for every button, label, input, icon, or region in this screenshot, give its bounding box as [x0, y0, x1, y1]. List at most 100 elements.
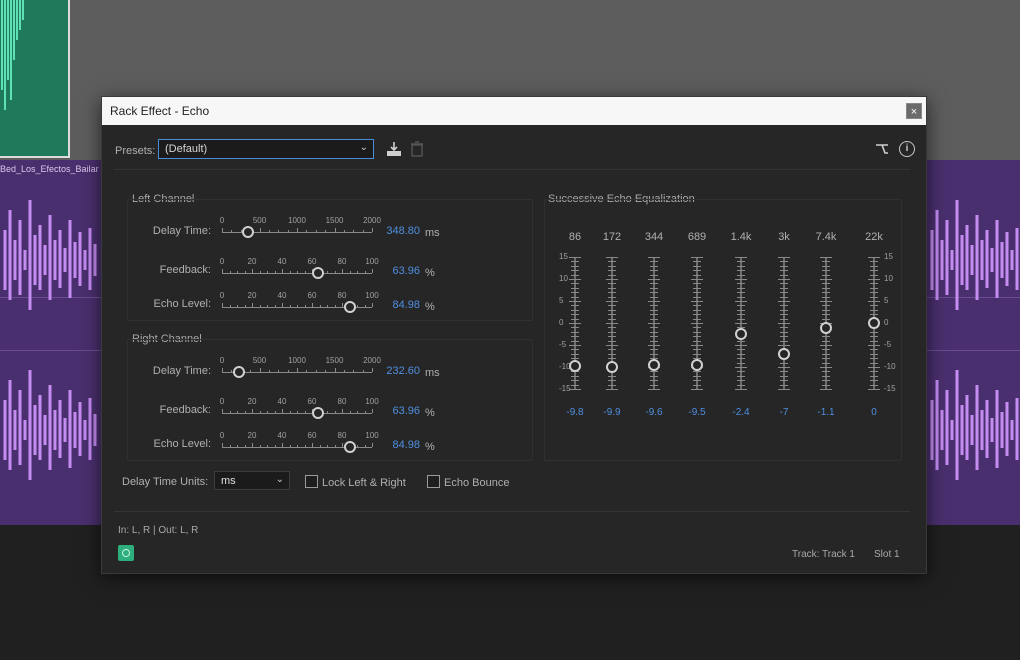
- eq-band-knob[interactable]: [606, 360, 618, 373]
- save-preset-icon[interactable]: [386, 141, 402, 157]
- slider-knob[interactable]: [233, 366, 246, 378]
- slider-track[interactable]: [222, 413, 372, 414]
- eq-band-knob[interactable]: [868, 317, 880, 329]
- slider-scale-label: 40: [277, 291, 287, 300]
- left-echo-level-slider[interactable]: 0 20 40 60 80 100: [220, 291, 379, 321]
- eq-band-value[interactable]: 0: [871, 407, 877, 418]
- eq-band-knob[interactable]: [820, 321, 832, 334]
- eq-band-slider[interactable]: [644, 257, 664, 390]
- echo-bounce-checkbox[interactable]: [427, 475, 440, 488]
- eq-band-value[interactable]: -9.5: [688, 407, 705, 418]
- slider-tick: [259, 305, 261, 307]
- chevron-down-icon: ⌄: [359, 142, 368, 153]
- eq-band-slider[interactable]: [687, 257, 707, 390]
- left-feedback-value[interactable]: 63.96: [370, 265, 420, 277]
- eq-band-tick: [648, 389, 660, 390]
- eq-band-tick: [693, 265, 701, 267]
- eq-band-value[interactable]: -7: [780, 407, 789, 418]
- slider-scale-label: 60: [307, 257, 317, 266]
- right-feedback-unit: %: [425, 407, 435, 419]
- eq-band-value[interactable]: -2.4: [732, 407, 749, 418]
- slider-track[interactable]: [222, 273, 372, 274]
- slider-knob[interactable]: [343, 441, 356, 453]
- eq-band-frequency: 7.4k: [815, 231, 837, 243]
- eq-band-tick: [822, 371, 830, 373]
- eq-band-tick: [822, 270, 830, 272]
- info-icon[interactable]: i: [899, 141, 915, 157]
- slider-tick: [304, 305, 306, 307]
- right-delay-slider[interactable]: 0 500 1000 1500 2000: [220, 356, 381, 386]
- eq-band-value[interactable]: -9.8: [566, 407, 583, 418]
- eq-band-slider[interactable]: [602, 257, 622, 390]
- eq-band-value[interactable]: -9.9: [603, 407, 620, 418]
- eq-band-knob[interactable]: [735, 327, 747, 340]
- power-toggle-icon[interactable]: [118, 545, 134, 561]
- eq-band-slider[interactable]: [864, 257, 884, 390]
- slider-tick: [343, 370, 345, 372]
- left-feedback-slider[interactable]: 0 20 40 60 80 100: [220, 257, 379, 287]
- left-delay-slider[interactable]: 0 500 1000 1500 2000: [220, 216, 381, 246]
- delete-preset-icon[interactable]: [410, 141, 424, 157]
- slider-scale-label: 40: [277, 257, 287, 266]
- eq-band-tick: [780, 318, 788, 320]
- eq-band-tick: [693, 353, 701, 355]
- right-echo-level-slider[interactable]: 0 20 40 60 80 100: [220, 431, 379, 461]
- right-feedback-value[interactable]: 63.96: [370, 405, 420, 417]
- channel-routing-icon[interactable]: [874, 141, 890, 157]
- slider-tick: [357, 305, 358, 307]
- delay-units-dropdown[interactable]: ms ⌄: [214, 471, 290, 490]
- eq-band-value[interactable]: -1.1: [817, 407, 834, 418]
- slider-tick: [229, 411, 231, 413]
- lock-left-right-label[interactable]: Lock Left & Right: [322, 477, 406, 489]
- eq-band-tick: [606, 389, 618, 390]
- eq-band-tick: [870, 309, 878, 311]
- dialog-title: Rack Effect - Echo: [110, 104, 210, 118]
- green-audio-clip[interactable]: [0, 0, 70, 158]
- eq-band-slider[interactable]: [774, 257, 794, 390]
- eq-band-tick: [650, 287, 658, 289]
- eq-band-tick: [608, 309, 616, 311]
- left-delay-value[interactable]: 348.80: [370, 225, 420, 237]
- right-echo-level-value[interactable]: 84.98: [370, 439, 420, 451]
- eq-band-slider[interactable]: [731, 257, 751, 390]
- dialog-titlebar[interactable]: Rack Effect - Echo ×: [102, 97, 926, 125]
- eq-band-tick: [691, 389, 703, 390]
- slider-tick: [334, 271, 336, 273]
- slider-knob[interactable]: [343, 301, 356, 313]
- eq-band-tick: [571, 327, 579, 329]
- slider-knob[interactable]: [312, 407, 324, 419]
- echo-bounce-label[interactable]: Echo Bounce: [444, 477, 509, 489]
- eq-scale-label: -15: [884, 384, 896, 393]
- eq-band-tick: [870, 296, 878, 298]
- eq-band-tick: [822, 318, 830, 320]
- eq-band-tick: [691, 345, 703, 346]
- lock-left-right-checkbox[interactable]: [305, 475, 318, 488]
- eq-band-knob[interactable]: [648, 359, 660, 372]
- eq-band-tick: [608, 380, 616, 382]
- eq-band-tick: [735, 367, 747, 368]
- right-feedback-slider[interactable]: 0 20 40 60 80 100: [220, 397, 379, 427]
- eq-band-tick: [606, 323, 618, 324]
- close-button[interactable]: ×: [906, 103, 922, 119]
- left-echo-level-value[interactable]: 84.98: [370, 299, 420, 311]
- slider-tick: [282, 443, 283, 447]
- eq-band-slider[interactable]: [816, 257, 836, 390]
- eq-group: [544, 199, 902, 461]
- presets-dropdown[interactable]: (Default) ⌄: [158, 139, 374, 159]
- eq-band-tick: [691, 323, 703, 324]
- slider-tick: [274, 305, 276, 307]
- slider-tick: [364, 271, 366, 273]
- eq-band-tick: [737, 384, 745, 386]
- eq-band-tick: [608, 261, 616, 263]
- eq-band-tick: [650, 305, 658, 307]
- eq-band-tick: [648, 345, 660, 346]
- eq-band-slider[interactable]: [565, 257, 585, 390]
- slider-knob[interactable]: [242, 226, 255, 238]
- eq-band-value[interactable]: -9.6: [645, 407, 662, 418]
- eq-band-tick: [780, 292, 788, 294]
- eq-band-knob[interactable]: [691, 358, 703, 371]
- right-delay-value[interactable]: 232.60: [370, 365, 420, 377]
- slider-knob[interactable]: [312, 267, 324, 279]
- eq-band-knob[interactable]: [569, 360, 581, 373]
- eq-band-knob[interactable]: [778, 347, 790, 360]
